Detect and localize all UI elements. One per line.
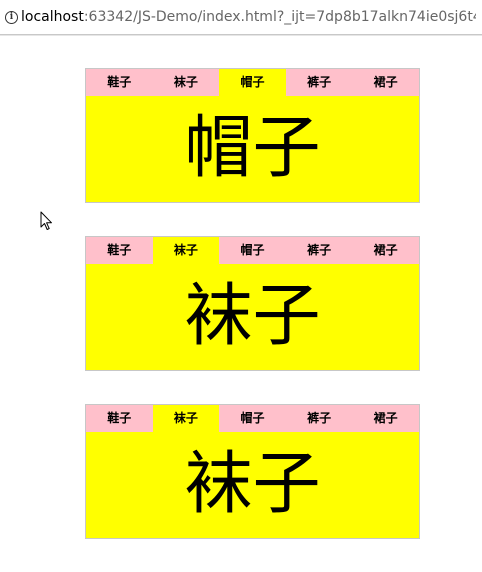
tab-content: 袜子 (184, 445, 321, 524)
tab-bar: 鞋子 袜子 帽子 裤子 裙子 (86, 69, 419, 96)
tab-pants[interactable]: 裤子 (285, 237, 353, 264)
url-path: :63342/JS-Demo/index.html?_ijt=7dp8b17al… (83, 9, 476, 25)
tab-hats[interactable]: 帽子 (219, 237, 286, 264)
tab-pants[interactable]: 裤子 (285, 405, 353, 432)
url-host: localhost (21, 9, 84, 25)
tab-bar: 鞋子 袜子 帽子 裤子 裙子 (86, 237, 419, 264)
tab-content: 袜子 (184, 277, 321, 356)
tab-widget-1: 鞋子 袜子 帽子 裤子 裙子 帽子 (85, 68, 420, 203)
url-text[interactable]: localhost:63342/JS-Demo/index.html?_ijt=… (21, 8, 476, 26)
mouse-cursor-icon (40, 211, 52, 230)
tab-hats[interactable]: 帽子 (219, 405, 286, 432)
tab-pants[interactable]: 裤子 (285, 69, 353, 96)
tab-socks[interactable]: 袜子 (152, 405, 220, 432)
info-icon[interactable]: i (5, 11, 18, 24)
tab-bar: 鞋子 袜子 帽子 裤子 裙子 (86, 405, 419, 432)
address-bar[interactable]: i localhost:63342/JS-Demo/index.html?_ij… (0, 0, 482, 35)
tab-socks[interactable]: 袜子 (152, 69, 220, 96)
tab-widget-3: 鞋子 袜子 帽子 裤子 裙子 袜子 (85, 404, 420, 539)
tab-shoes[interactable]: 鞋子 (86, 69, 153, 96)
tab-socks[interactable]: 袜子 (152, 237, 220, 264)
tab-skirts[interactable]: 裙子 (352, 69, 419, 96)
tab-shoes[interactable]: 鞋子 (86, 237, 153, 264)
tab-shoes[interactable]: 鞋子 (86, 405, 153, 432)
tab-widget-2: 鞋子 袜子 帽子 裤子 裙子 袜子 (85, 236, 420, 371)
tab-hats[interactable]: 帽子 (219, 69, 286, 96)
tab-skirts[interactable]: 裙子 (352, 237, 419, 264)
tab-skirts[interactable]: 裙子 (352, 405, 419, 432)
tab-content: 帽子 (184, 109, 321, 188)
